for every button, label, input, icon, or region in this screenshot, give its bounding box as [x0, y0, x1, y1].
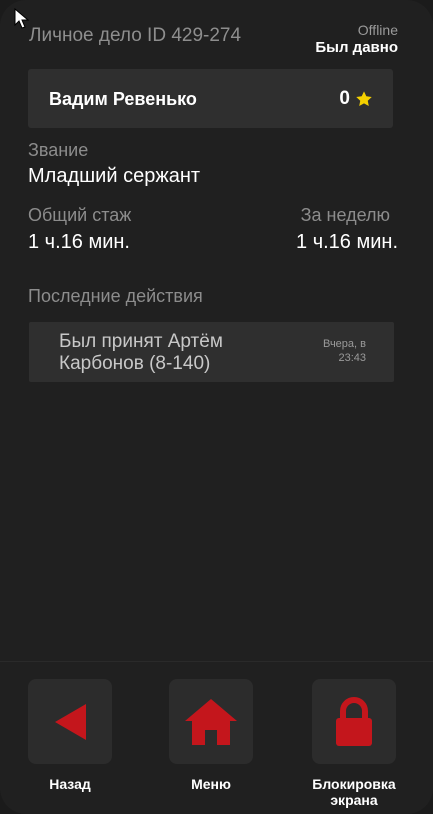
- back-triangle-icon: [55, 703, 86, 740]
- lock-screen-button[interactable]: [312, 679, 396, 764]
- rank-label: Звание: [28, 140, 89, 160]
- week-time-value: 1 ч.16 мин.: [296, 231, 398, 253]
- action-time: Вчера, в 23:43: [323, 337, 366, 365]
- lock-icon: [336, 696, 372, 746]
- back-button[interactable]: [28, 679, 112, 764]
- last-seen-text: Был давно: [315, 39, 398, 56]
- recent-actions-label: Последние действия: [28, 286, 203, 306]
- user-status: Offline Был давно: [315, 22, 398, 56]
- rating-value: 0: [339, 88, 350, 109]
- page-title: Личное дело ID 429-274: [29, 25, 242, 46]
- profile-name: Вадим Ревенько: [49, 89, 197, 109]
- header: Личное дело ID 429-274 Offline Был давно: [29, 22, 398, 62]
- lock-screen-label: Блокировка экрана: [298, 776, 410, 808]
- status-text: Offline: [357, 22, 398, 38]
- mouse-cursor-icon: [14, 8, 30, 29]
- lock-screen-label-line1: Блокировка: [312, 776, 396, 792]
- total-time-value: 1 ч.16 мин.: [28, 231, 130, 253]
- action-time-line2: 23:43: [338, 352, 366, 364]
- action-time-line1: Вчера, в: [322, 338, 366, 350]
- week-time-label: За неделю: [300, 205, 390, 225]
- app-screen: Личное дело ID 429-274 Offline Был давно…: [0, 0, 433, 814]
- star-icon: [356, 91, 372, 107]
- menu-button[interactable]: [169, 679, 253, 764]
- action-text: Был принят Артём Карбонов (8-140): [59, 331, 223, 374]
- nav-divider: [0, 661, 433, 662]
- action-item[interactable]: Был принят Артём Карбонов (8-140) Вчера,…: [29, 322, 394, 382]
- back-label: Назад: [49, 776, 91, 792]
- total-time-label: Общий стаж: [28, 205, 132, 225]
- profile-card: Вадим Ревенько 0: [28, 69, 393, 128]
- menu-label: Меню: [191, 776, 231, 792]
- lock-screen-label-line2: экрана: [330, 792, 378, 808]
- rank-value: Младший сержант: [28, 165, 201, 187]
- rating: 0: [339, 88, 373, 110]
- home-icon: [185, 698, 237, 745]
